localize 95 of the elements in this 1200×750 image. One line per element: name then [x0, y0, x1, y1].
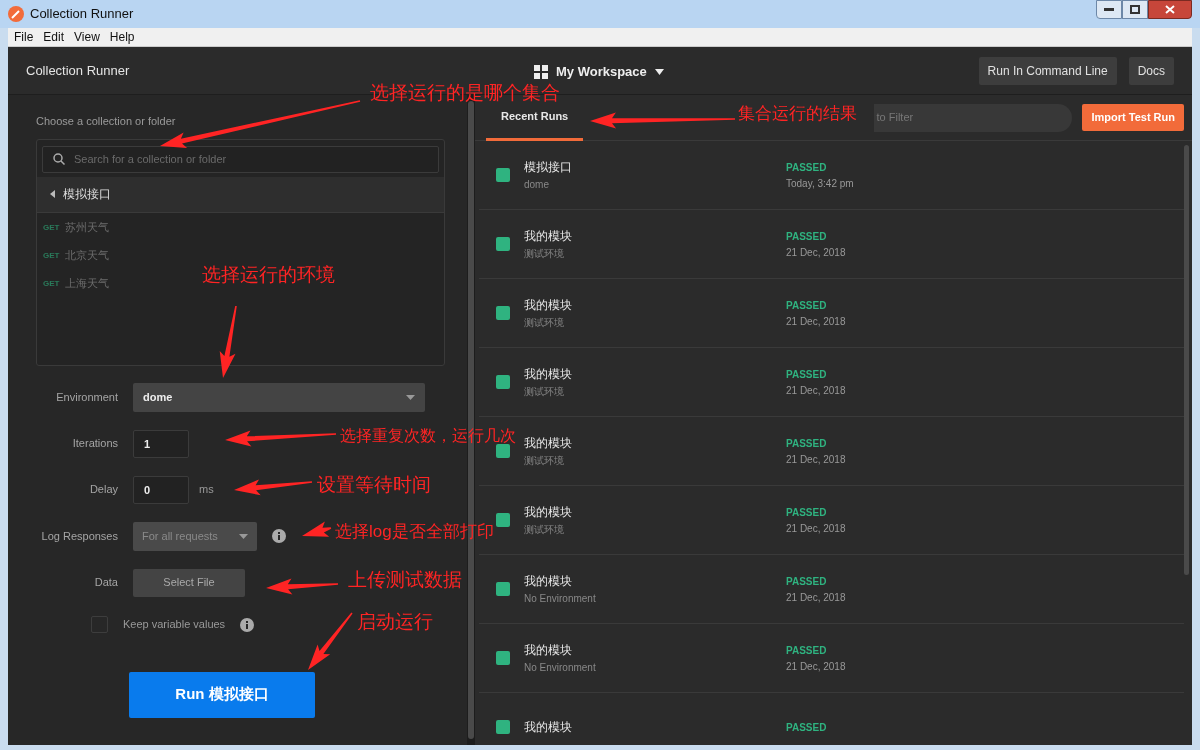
run-name: 我的模块 — [524, 435, 572, 452]
run-time: 21 Dec, 2018 — [786, 590, 846, 605]
delay-field[interactable]: 0 — [133, 475, 189, 504]
select-file-button[interactable]: Select File — [133, 568, 245, 597]
annotation-text: 选择log是否全部打印 — [335, 523, 494, 540]
method-label: GET — [43, 277, 60, 290]
run-time: 21 Dec, 2018 — [786, 314, 846, 329]
annotation-arrow — [308, 612, 353, 670]
menu-item[interactable]: File — [10, 28, 38, 46]
run-name: 我的模块 — [524, 719, 572, 736]
maximize-icon — [1130, 5, 1140, 14]
run-name: 我的模块 — [524, 366, 572, 383]
run-name: 模拟接口 — [524, 159, 572, 176]
status-square — [496, 237, 510, 251]
section-label: Choose a collection or folder — [36, 114, 177, 129]
run-environment: 测试环境 — [524, 454, 564, 468]
minimize-button[interactable] — [1096, 0, 1122, 19]
window-title: Collection Runner — [30, 5, 134, 24]
search-icon — [53, 153, 65, 165]
annotation-arrow — [266, 578, 338, 595]
scrollbar[interactable] — [1184, 145, 1189, 575]
caret-icon — [654, 68, 664, 75]
run-time: 21 Dec, 2018 — [786, 659, 846, 674]
method-label: GET — [43, 221, 60, 234]
run-time: 21 Dec, 2018 — [786, 245, 846, 260]
status-square — [496, 651, 510, 665]
status-square — [496, 444, 510, 458]
maximize-button[interactable] — [1122, 0, 1148, 19]
field-label: Iterations — [71, 436, 118, 452]
run-environment: 测试环境 — [524, 385, 564, 399]
run-status: PASSED — [786, 436, 828, 451]
menu-item[interactable]: View — [70, 28, 104, 46]
app-title: Collection Runner — [26, 61, 131, 80]
checkbox-label: Keep variable values — [123, 617, 226, 633]
run-environment: 测试环境 — [524, 247, 564, 261]
run-name: 我的模块 — [524, 573, 572, 590]
field-label: Delay — [88, 482, 118, 498]
run-status: PASSED — [786, 574, 828, 589]
workspace-switcher[interactable]: My Workspace — [534, 62, 664, 82]
run-time: 21 Dec, 2018 — [786, 521, 846, 536]
status-square — [496, 306, 510, 320]
run-environment: dome — [524, 178, 549, 192]
status-square — [496, 582, 510, 596]
dropdown-caret-icon — [406, 394, 415, 400]
status-square — [496, 168, 510, 182]
status-square — [496, 375, 510, 389]
run-status: PASSED — [786, 720, 827, 735]
status-square — [496, 513, 510, 527]
run-environment: No Environment — [524, 592, 596, 606]
run-time: 21 Dec, 2018 — [786, 383, 846, 398]
annotation-arrow — [302, 521, 332, 537]
annotation-text: 启动运行 — [357, 612, 433, 631]
command-line-button[interactable]: Run In Command Line — [978, 56, 1117, 85]
run-name: 我的模块 — [524, 504, 572, 521]
close-icon — [1165, 5, 1175, 14]
docs-button[interactable]: Docs — [1128, 56, 1174, 85]
status-square — [496, 720, 510, 734]
method-label: GET — [43, 249, 60, 262]
run-name: 我的模块 — [524, 228, 572, 245]
run-environment: 测试环境 — [524, 316, 564, 330]
run-status: PASSED — [786, 643, 828, 658]
info-icon — [272, 529, 286, 543]
menu-item[interactable]: Edit — [39, 28, 69, 46]
field-label: Data — [93, 575, 118, 591]
run-time: Today, 3:42 pm — [786, 176, 854, 191]
run-status: PASSED — [786, 505, 828, 520]
annotation-text: 设置等待时间 — [317, 475, 431, 494]
run-name: 我的模块 — [524, 642, 572, 659]
dropdown-caret-icon — [239, 533, 248, 539]
run-environment: 测试环境 — [524, 523, 564, 537]
environment-dropdown[interactable]: dome — [133, 382, 425, 412]
caret-icon — [50, 190, 55, 198]
run-status: PASSED — [786, 298, 828, 313]
run-name: 我的模块 — [524, 297, 572, 314]
annotation-text: 选择重复次数，运行几次 — [340, 428, 516, 444]
annotation-text: 选择运行的环境 — [202, 265, 335, 284]
iterations-field[interactable]: 1 — [133, 429, 189, 458]
annotation-text: 上传测试数据 — [348, 570, 462, 589]
info-icon — [240, 617, 255, 632]
app-logo-icon — [8, 6, 24, 22]
unit-label: ms — [199, 482, 214, 498]
minimize-icon — [1104, 8, 1114, 11]
run-status: PASSED — [786, 229, 828, 244]
menu-item[interactable]: Help — [105, 28, 139, 46]
run-status: PASSED — [786, 160, 828, 175]
collection-item[interactable]: 模拟接口 — [37, 176, 444, 213]
field-label: Environment — [55, 389, 118, 405]
field-label: Log Responses — [40, 528, 118, 544]
run-time: 21 Dec, 2018 — [786, 452, 846, 467]
close-button[interactable] — [1148, 0, 1192, 19]
run-status: PASSED — [786, 367, 828, 382]
annotation-text: 集合运行的结果 — [738, 105, 857, 122]
run-button[interactable]: Run 模拟接口 — [129, 671, 315, 718]
grid-icon — [534, 64, 548, 79]
run-environment: No Environment — [524, 661, 596, 675]
